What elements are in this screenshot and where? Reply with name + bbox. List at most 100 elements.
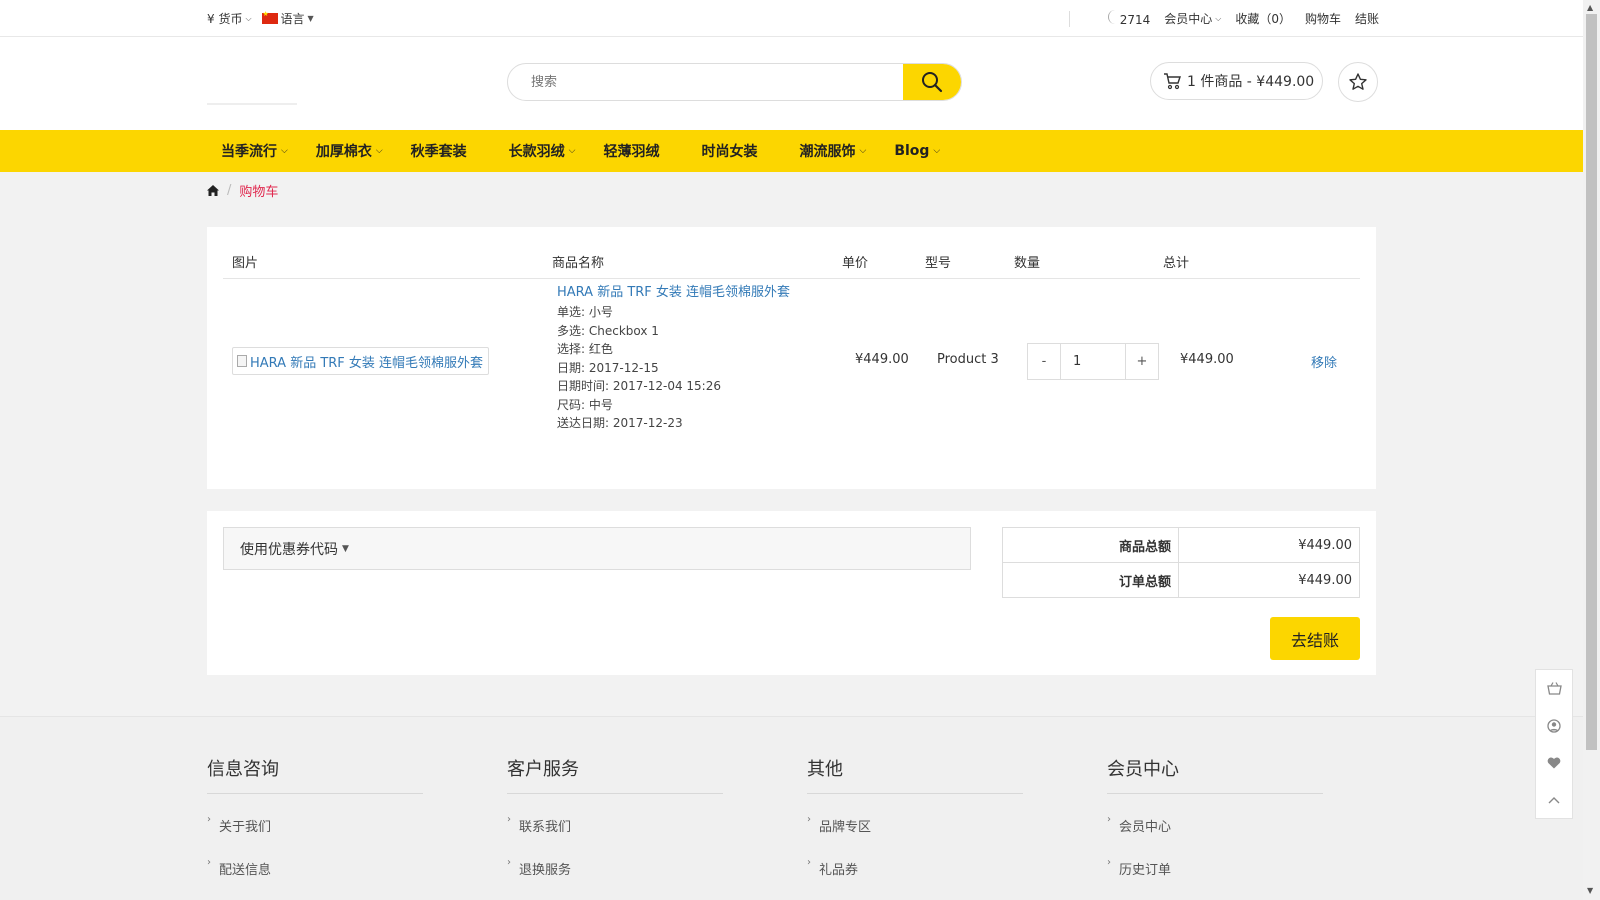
nav-item-long-down[interactable]: 长款羽绒 ⌵ [495, 130, 590, 172]
footer-column-service: 客户服务 › 联系我们 › 退换服务 [507, 755, 723, 900]
broken-image-icon [237, 355, 247, 367]
footer-link-label: 历史订单 [1119, 863, 1172, 878]
col-header-name: 商品名称 [552, 256, 605, 271]
nav-item-light-down[interactable]: 轻薄羽绒 [589, 130, 687, 172]
breadcrumb: / 购物车 [207, 181, 278, 200]
logo[interactable] [207, 95, 297, 113]
scrollbar-thumb[interactable] [1586, 14, 1597, 750]
chevron-right-icon: › [507, 814, 511, 825]
nav-item-autumn-sets[interactable]: 秋季套装 [397, 130, 495, 172]
footer-column-info: 信息咨询 › 关于我们 › 配送信息 [207, 755, 423, 900]
footer-link-label: 品牌专区 [819, 820, 872, 835]
side-toolbar [1535, 669, 1573, 819]
mini-cart-button[interactable]: 1 件商品 - ¥449.00 [1150, 62, 1323, 100]
nav-label: 轻薄羽绒 [603, 144, 660, 160]
search-button[interactable] [903, 64, 961, 100]
line-total: ¥449.00 [1180, 352, 1234, 367]
search-input[interactable] [508, 64, 903, 100]
product-option: 尺码: 中号 [557, 397, 613, 412]
header: 1 件商品 - ¥449.00 [0, 37, 1583, 130]
wishlist-button[interactable] [1338, 62, 1378, 102]
account-dropdown[interactable]: 会员中心 ⌵ [1164, 10, 1221, 27]
quantity-input[interactable] [1061, 343, 1125, 380]
nav-item-trend[interactable]: 潮流服饰 ⌵ [785, 130, 880, 172]
footer-column-other: 其他 › 品牌专区 › 礼品券 [807, 755, 1023, 900]
home-icon[interactable] [207, 185, 219, 196]
side-wishlist-button[interactable] [1546, 755, 1562, 771]
language-dropdown[interactable]: 语言 ▼ [261, 10, 314, 27]
currency-label: ¥ 货币 [207, 12, 243, 26]
logo-placeholder [207, 103, 297, 105]
star-icon [1349, 73, 1367, 90]
wishlist-link[interactable]: 收藏（0） [1235, 10, 1291, 27]
scroll-down-arrow-icon[interactable]: ▼ [1587, 886, 1593, 895]
phone-icon [1107, 10, 1116, 24]
product-model: Product 3 [937, 352, 999, 367]
footer-link[interactable]: › 会员中心 [1107, 814, 1323, 859]
nav-label: 时尚女装 [701, 144, 758, 160]
user-circle-icon [1547, 718, 1561, 733]
nav-label: 秋季套装 [410, 144, 467, 160]
footer-link[interactable]: › 配送信息 [207, 857, 423, 900]
scroll-up-arrow-icon[interactable]: ▲ [1587, 3, 1593, 12]
chevron-right-icon: › [1107, 814, 1111, 825]
page: ¥ 货币 ⌵ 语言 ▼ 2714 会员中心 ⌵ 收藏（0） 购物车 结账 [0, 0, 1583, 900]
col-header-total: 总计 [1163, 256, 1190, 271]
back-to-top-button[interactable] [1546, 792, 1562, 808]
phone-number: 2714 [1119, 13, 1151, 27]
subtotal-label: 商品总额 [1002, 527, 1179, 563]
footer-link[interactable]: › 品牌专区 [807, 814, 1023, 859]
cart-totals-panel: 使用优惠券代码 ▼ 商品总额 ¥449.00 订单总额 ¥449.00 去结账 [207, 511, 1376, 675]
nav-label: 长款羽绒 [508, 144, 565, 160]
totals-row-subtotal: 商品总额 ¥449.00 [1002, 527, 1360, 563]
quantity-increase-button[interactable]: + [1125, 343, 1159, 380]
totals-row-total: 订单总额 ¥449.00 [1002, 562, 1360, 598]
footer-link[interactable]: › 关于我们 [207, 814, 423, 859]
product-option: 送达日期: 2017-12-23 [557, 416, 683, 430]
nav-item-blog[interactable]: Blog ⌵ [880, 130, 954, 172]
phone-link[interactable]: 2714 [1107, 10, 1151, 27]
chevron-right-icon: › [807, 814, 811, 825]
product-option: 选择: 红色 [557, 342, 613, 356]
chevron-down-icon: ⌵ [933, 146, 941, 156]
footer-link[interactable]: › 历史订单 [1107, 857, 1323, 900]
footer: 信息咨询 › 关于我们 › 配送信息 客户服务 › 联系我们 › 退换服务 其他 › 品牌… [0, 716, 1583, 900]
side-account-button[interactable] [1546, 718, 1562, 734]
vertical-scrollbar[interactable]: ▲ ▼ [1583, 0, 1600, 900]
product-option: 日期时间: 2017-12-04 15:26 [557, 379, 721, 393]
total-value: ¥449.00 [1178, 562, 1360, 598]
coupon-toggle[interactable]: 使用优惠券代码 ▼ [223, 527, 971, 570]
footer-link[interactable]: › 联系我们 [507, 814, 723, 859]
nav-item-seasonal[interactable]: 当季流行 ⌵ [207, 130, 302, 172]
chevron-down-icon: ⌵ [1215, 13, 1222, 23]
footer-link-label: 关于我们 [219, 820, 272, 835]
unit-price: ¥449.00 [855, 352, 909, 367]
cart-table-header: 图片 商品名称 单价 型号 数量 总计 [223, 249, 1360, 279]
nav-item-fashion-women[interactable]: 时尚女装 [687, 130, 785, 172]
footer-column-title: 会员中心 [1107, 755, 1323, 794]
col-header-image: 图片 [232, 256, 259, 271]
checkout-link[interactable]: 结账 [1355, 10, 1379, 27]
col-header-unit-price: 单价 [842, 256, 869, 271]
product-image[interactable]: HARA 新品 TRF 女装 连帽毛领棉服外套 [232, 347, 489, 375]
footer-link[interactable]: › 退换服务 [507, 857, 723, 900]
side-cart-button[interactable] [1546, 681, 1562, 697]
basket-icon [1546, 682, 1562, 695]
top-bar: ¥ 货币 ⌵ 语言 ▼ 2714 会员中心 ⌵ 收藏（0） 购物车 结账 [0, 0, 1583, 37]
cart-table-panel: 图片 商品名称 单价 型号 数量 总计 HARA 新品 TRF 女装 连帽毛领棉… [207, 227, 1376, 489]
currency-dropdown[interactable]: ¥ 货币 ⌵ [207, 10, 252, 27]
checkout-button[interactable]: 去结账 [1270, 617, 1360, 660]
cart-link[interactable]: 购物车 [1305, 10, 1341, 27]
footer-column-title: 信息咨询 [207, 755, 423, 794]
footer-link-label: 联系我们 [519, 820, 572, 835]
product-name-link[interactable]: HARA 新品 TRF 女装 连帽毛领棉服外套 [557, 283, 790, 303]
nav-label: 加厚棉衣 [315, 144, 372, 160]
footer-link[interactable]: › 礼品券 [807, 857, 1023, 900]
product-option: 单选: 小号 [557, 305, 613, 319]
breadcrumb-current[interactable]: 购物车 [239, 181, 278, 200]
quantity-decrease-button[interactable]: - [1027, 343, 1061, 380]
chevron-down-icon: ⌵ [568, 146, 576, 156]
remove-item-link[interactable]: 移除 [1311, 352, 1337, 371]
coupon-label: 使用优惠券代码 [240, 541, 338, 558]
nav-item-padded-coats[interactable]: 加厚棉衣 ⌵ [302, 130, 397, 172]
